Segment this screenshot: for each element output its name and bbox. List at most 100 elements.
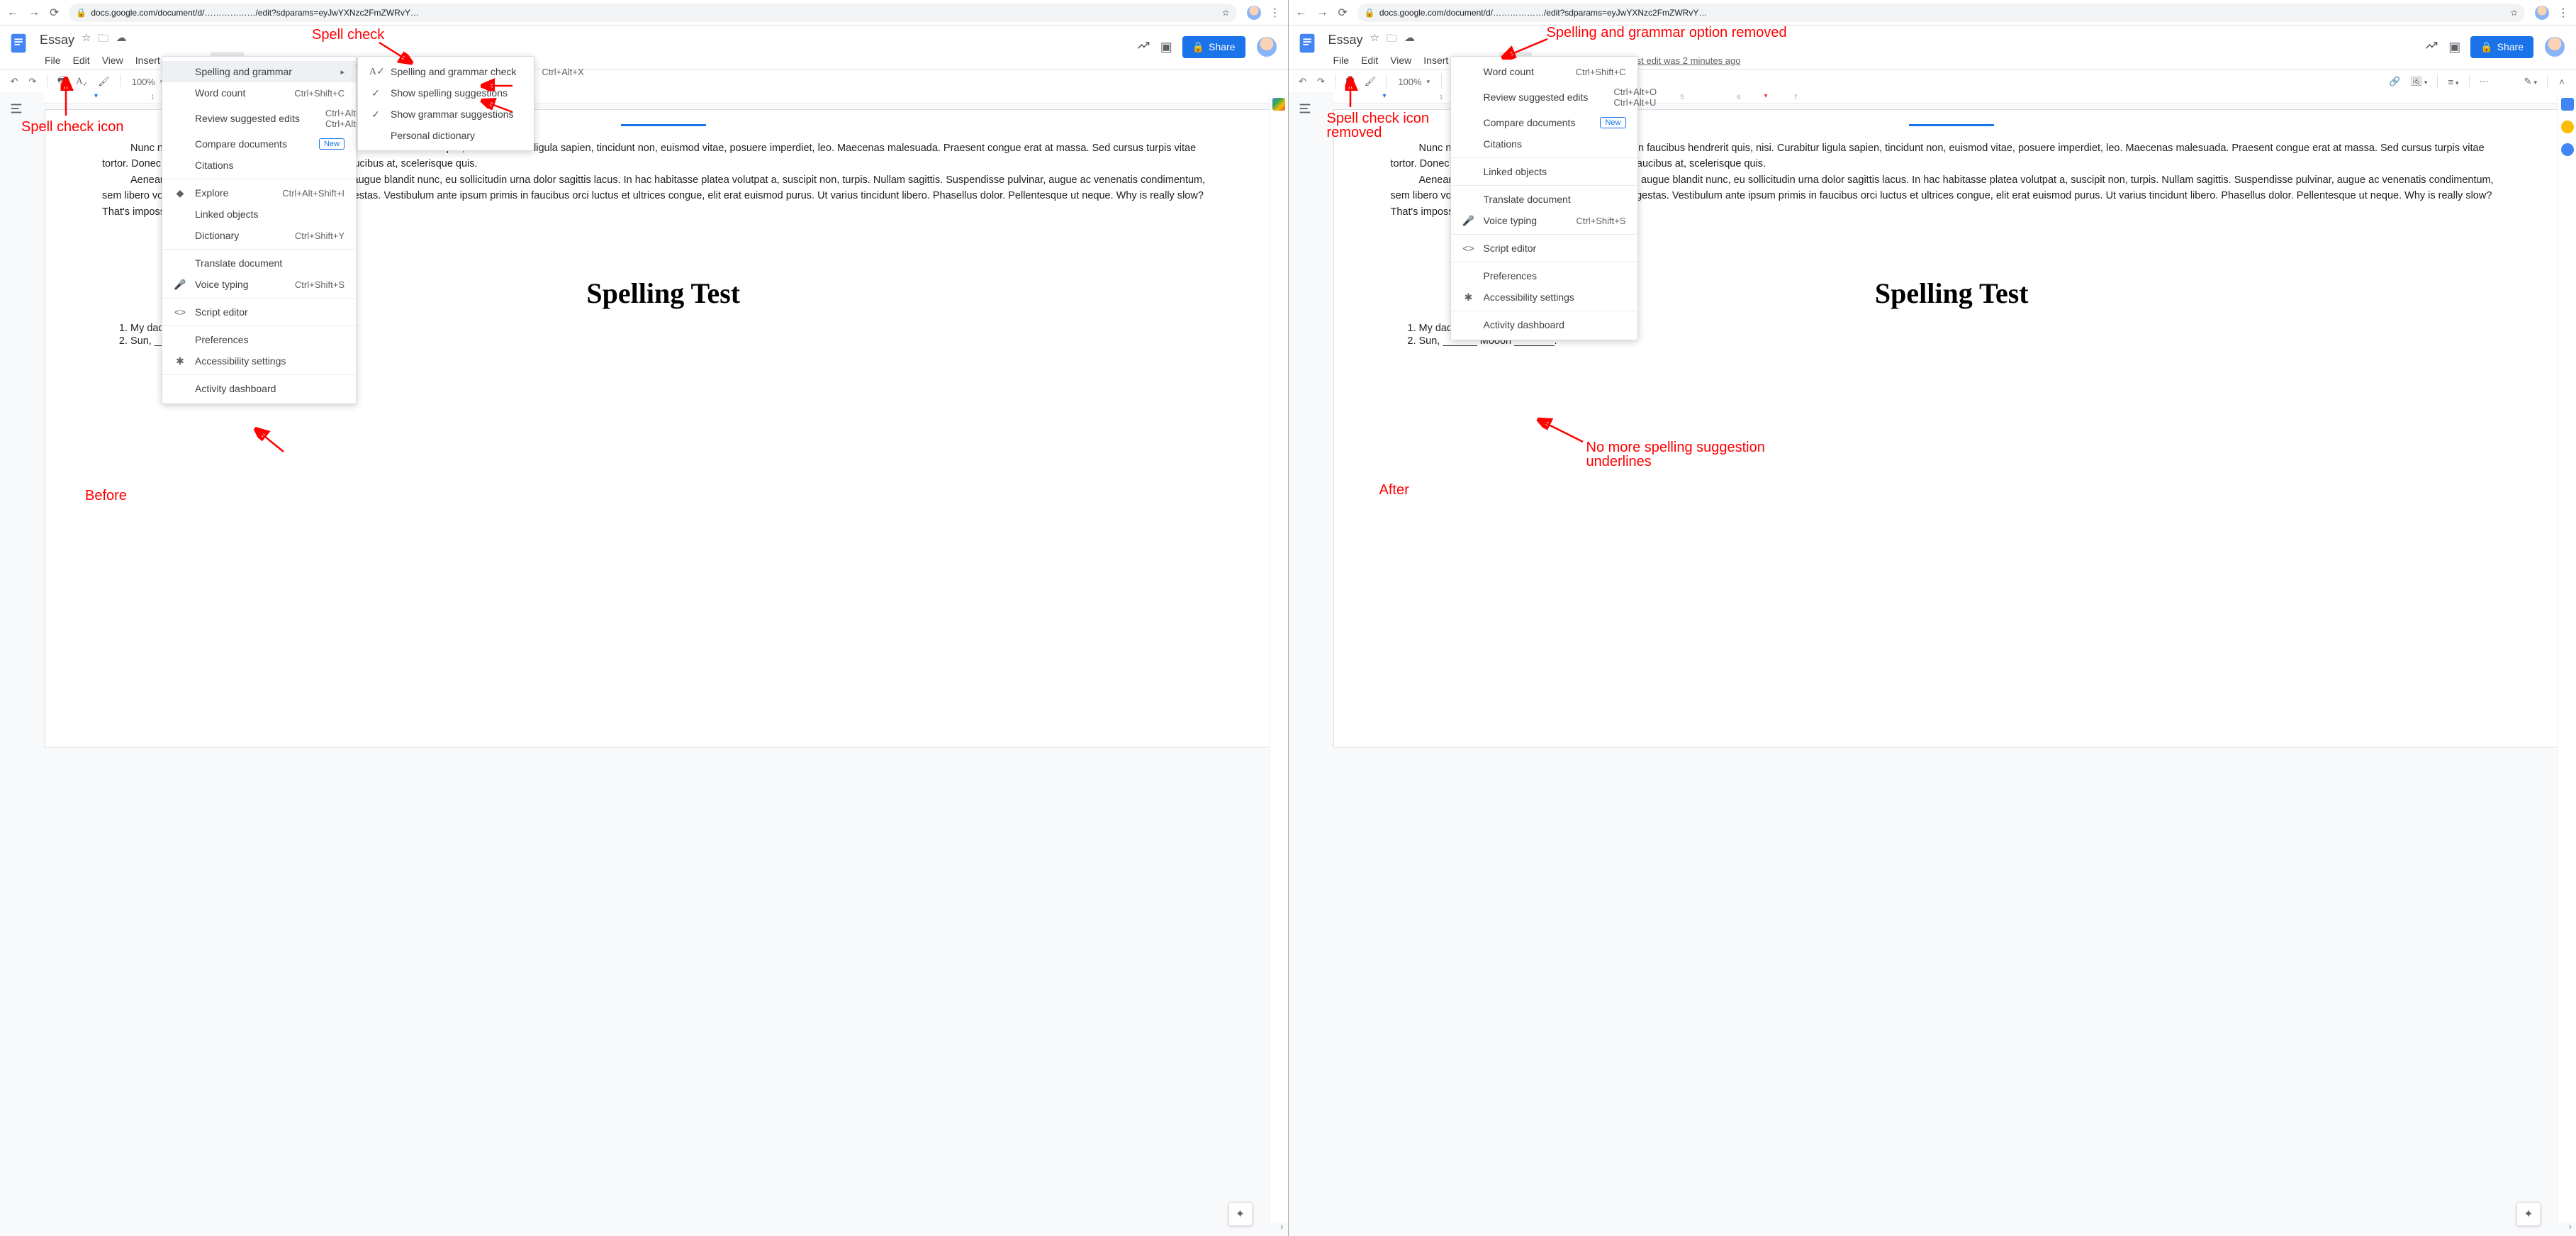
scroll-right-icon[interactable]: ›	[2569, 1221, 2572, 1232]
menu-edit[interactable]: Edit	[68, 52, 95, 69]
menu-citations[interactable]: Citations	[1451, 133, 1637, 155]
menu-accessibility[interactable]: ✱Accessibility settings	[162, 350, 356, 372]
menu-word-count[interactable]: Word countCtrl+Shift+C	[162, 82, 356, 104]
menu-explore[interactable]: ◆ExploreCtrl+Alt+Shift+I	[162, 182, 356, 204]
menu-edit[interactable]: Edit	[1356, 52, 1383, 69]
menu-word-count[interactable]: Word countCtrl+Shift+C	[1451, 61, 1637, 82]
redo-icon[interactable]: ↷	[26, 73, 40, 90]
profile-avatar-icon[interactable]	[2535, 6, 2549, 20]
explore-fab[interactable]: ✦	[2516, 1202, 2541, 1226]
nav-back-icon[interactable]: ←	[1296, 6, 1307, 19]
menu-review-edits[interactable]: Review suggested editsCtrl+Alt+O Ctrl+Al…	[162, 104, 356, 133]
share-button[interactable]: 🔒 Share	[2470, 36, 2533, 58]
menu-translate[interactable]: Translate document	[162, 252, 356, 274]
docs-logo-icon[interactable]	[7, 31, 33, 57]
menu-citations[interactable]: Citations	[162, 155, 356, 176]
menu-activity-dashboard[interactable]: Activity dashboard	[1451, 314, 1637, 335]
vertical-ruler	[33, 92, 39, 1236]
redo-icon[interactable]: ↷	[1314, 73, 1328, 90]
move-icon[interactable]: 🗀	[98, 31, 108, 49]
cloud-icon[interactable]: ☁	[116, 31, 127, 49]
nav-back-icon[interactable]: ←	[7, 6, 18, 19]
menu-linked-objects[interactable]: Linked objects	[162, 204, 356, 225]
document-title[interactable]: Essay	[1328, 33, 1363, 48]
nav-forward-icon[interactable]: →	[1317, 6, 1328, 19]
document-title[interactable]: Essay	[40, 33, 74, 48]
menu-linked-objects[interactable]: Linked objects	[1451, 161, 1637, 182]
undo-icon[interactable]: ↶	[7, 73, 21, 90]
last-edit-link[interactable]: Last edit was 2 minutes ago	[1621, 52, 1745, 69]
menu-voice-typing[interactable]: 🎤Voice typingCtrl+Shift+S	[1451, 210, 1637, 231]
menu-translate[interactable]: Translate document	[1451, 189, 1637, 210]
share-button[interactable]: 🔒 Share	[1182, 36, 1245, 58]
trend-icon[interactable]	[2424, 38, 2438, 56]
editing-mode-icon[interactable]: ✎	[2521, 73, 2540, 90]
comments-icon[interactable]: ▣	[2448, 40, 2460, 55]
kebab-icon[interactable]: ⋮	[2558, 6, 2569, 20]
more-icon[interactable]: ⋯	[2477, 73, 2492, 90]
submenu-show-spelling[interactable]: ✓Show spelling suggestions	[358, 82, 534, 104]
star-icon[interactable]: ☆	[2510, 8, 2518, 18]
docs-logo-icon[interactable]	[1296, 31, 1321, 57]
align-icon[interactable]: ≡	[2445, 74, 2461, 90]
star-outline-icon[interactable]: ☆	[82, 31, 91, 49]
keep-icon[interactable]	[2561, 121, 2574, 133]
kebab-icon[interactable]: ⋮	[1270, 6, 1281, 20]
insert-link-icon[interactable]: 🔗	[2386, 73, 2403, 90]
chevron-up-icon[interactable]: ˄	[2555, 74, 2569, 90]
menu-voice-typing[interactable]: 🎤Voice typingCtrl+Shift+S	[162, 274, 356, 295]
menu-preferences[interactable]: Preferences	[162, 329, 356, 350]
menu-spelling-grammar[interactable]: Spelling and grammar▸	[162, 61, 356, 82]
paint-format-icon[interactable]: 🖌	[1362, 73, 1379, 90]
spellcheck-icon[interactable]: A✓	[73, 72, 91, 91]
menu-compare[interactable]: Compare documentsNew	[162, 133, 356, 155]
calendar-icon[interactable]	[2561, 98, 2574, 111]
submenu-personal-dictionary[interactable]: Personal dictionary	[358, 125, 534, 146]
account-avatar-icon[interactable]	[1255, 35, 1278, 58]
account-avatar-icon[interactable]	[2543, 35, 2566, 58]
trend-icon[interactable]	[1136, 38, 1150, 56]
menu-file[interactable]: File	[40, 52, 66, 69]
calendar-icon[interactable]	[1272, 98, 1285, 111]
submenu-show-grammar[interactable]: ✓Show grammar suggestions	[358, 104, 534, 125]
menu-accessibility[interactable]: ✱Accessibility settings	[1451, 286, 1637, 308]
menu-script-editor[interactable]: <>Script editor	[1451, 238, 1637, 259]
menu-file[interactable]: File	[1328, 52, 1355, 69]
menu-insert[interactable]: Insert	[1418, 52, 1453, 69]
menu-compare[interactable]: Compare documentsNew	[1451, 112, 1637, 133]
cloud-icon[interactable]: ☁	[1404, 31, 1415, 49]
undo-icon[interactable]: ↶	[1296, 73, 1310, 90]
insert-image-icon[interactable]: 🖼	[2407, 73, 2430, 90]
menu-insert[interactable]: Insert	[130, 52, 165, 69]
star-icon[interactable]: ☆	[1222, 8, 1230, 18]
explore-fab[interactable]: ✦	[1228, 1202, 1253, 1226]
print-icon[interactable]: 🖶	[55, 71, 69, 92]
menu-activity-dashboard[interactable]: Activity dashboard	[162, 378, 356, 399]
move-icon[interactable]: 🗀	[1387, 31, 1397, 49]
lock-icon: 🔒	[1365, 8, 1375, 18]
nav-reload-icon[interactable]: ⟳	[1338, 6, 1348, 20]
submenu-check[interactable]: A✓Spelling and grammar checkCtrl+Alt+X	[358, 61, 534, 82]
outline-icon[interactable]	[9, 101, 24, 116]
menu-view[interactable]: View	[97, 52, 128, 69]
outline-icon[interactable]	[1297, 101, 1313, 116]
menu-review-edits[interactable]: Review suggested editsCtrl+Alt+O Ctrl+Al…	[1451, 82, 1637, 112]
menu-view[interactable]: View	[1385, 52, 1416, 69]
print-icon[interactable]: 🖶	[1343, 71, 1357, 92]
paint-format-icon[interactable]: 🖌	[95, 73, 113, 90]
nav-reload-icon[interactable]: ⟳	[50, 6, 59, 20]
comments-icon[interactable]: ▣	[1160, 40, 1172, 55]
zoom-select[interactable]: 100%	[1394, 75, 1434, 89]
tasks-icon[interactable]	[2561, 143, 2574, 156]
menu-preferences[interactable]: Preferences	[1451, 265, 1637, 286]
vertical-ruler	[1321, 92, 1328, 1236]
nav-forward-icon[interactable]: →	[28, 6, 40, 19]
profile-avatar-icon[interactable]	[1247, 6, 1261, 20]
scroll-right-icon[interactable]: ›	[1280, 1221, 1283, 1232]
menu-dictionary[interactable]: DictionaryCtrl+Shift+Y	[162, 225, 356, 246]
star-outline-icon[interactable]: ☆	[1370, 31, 1379, 49]
address-bar[interactable]: 🔒 docs.google.com/document/d/………………/edit…	[1357, 4, 2525, 22]
menu-script-editor[interactable]: <>Script editor	[162, 301, 356, 323]
header-rule	[621, 124, 706, 126]
address-bar[interactable]: 🔒 docs.google.com/document/d/………………/edit…	[69, 4, 1236, 22]
